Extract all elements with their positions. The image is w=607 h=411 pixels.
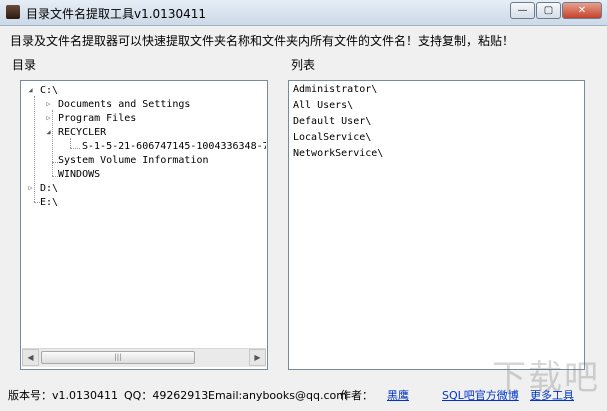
tree-node-label: Documents and Settings [58,99,191,110]
tree-content: ◢ C:\ ▷ Documents and Settings ▷ Program… [22,82,266,348]
file-list[interactable]: Administrator\ All Users\ Default User\ … [290,82,583,368]
watermark-logo: 下载吧 [492,358,600,398]
window-title: 目录文件名提取工具v1.0130411 [26,7,206,21]
qq-text: QQ：49262913 [124,389,209,402]
maximize-button[interactable]: ▢ [536,2,561,19]
list-item[interactable]: NetworkService\ [293,146,383,162]
tree-node-label: Program Files [58,113,137,124]
list-item[interactable]: All Users\ [293,98,353,114]
tree-node-label: S-1-5-21-606747145-1004336348-7 [82,141,266,152]
list-group-label: 列表 [291,58,316,72]
author-label: 作者： [340,389,373,402]
list-item[interactable]: Default User\ [293,114,371,130]
list-item[interactable]: LocalService\ [293,130,371,146]
tree-horizontal-scrollbar[interactable]: ◀ ||| ▶ [22,348,266,367]
tree-node-label: D:\ [40,183,59,194]
tree-node-label: C:\ [40,85,59,96]
scroll-thumb[interactable]: ||| [41,351,195,364]
tree-node-label: RECYCLER [58,127,107,138]
list-item[interactable]: Administrator\ [293,82,377,98]
collapse-icon[interactable]: ◢ [44,128,53,137]
close-button[interactable]: ✕ [562,2,602,19]
collapse-icon[interactable]: ◢ [26,86,35,95]
tree-node-label: E:\ [40,197,59,208]
title-bar[interactable]: 目录文件名提取工具v1.0130411 — ▢ ✕ [0,0,607,26]
minimize-button[interactable]: — [510,2,535,19]
scroll-right-arrow-icon[interactable]: ▶ [249,349,266,366]
expand-icon[interactable]: ▷ [26,184,35,193]
tree-node-label: System Volume Information [58,155,209,166]
expand-icon[interactable]: ▷ [44,114,53,123]
tree-group-label: 目录 [12,58,37,72]
description-text: 目录及文件名提取器可以快速提取文件夹名称和文件夹内所有文件的文件名！支持复制，粘… [10,34,515,48]
scroll-left-arrow-icon[interactable]: ◀ [22,349,39,366]
version-text: 版本号：v1.0130411 [8,389,118,402]
email-text: Email:anybooks@qq.com [208,389,347,402]
author-link[interactable]: 黑鹰 [387,388,409,404]
app-icon [6,5,20,19]
expand-icon[interactable]: ▷ [44,100,53,109]
directory-tree[interactable]: ◢ C:\ ▷ Documents and Settings ▷ Program… [22,82,266,368]
tree-node-label: WINDOWS [58,169,101,180]
